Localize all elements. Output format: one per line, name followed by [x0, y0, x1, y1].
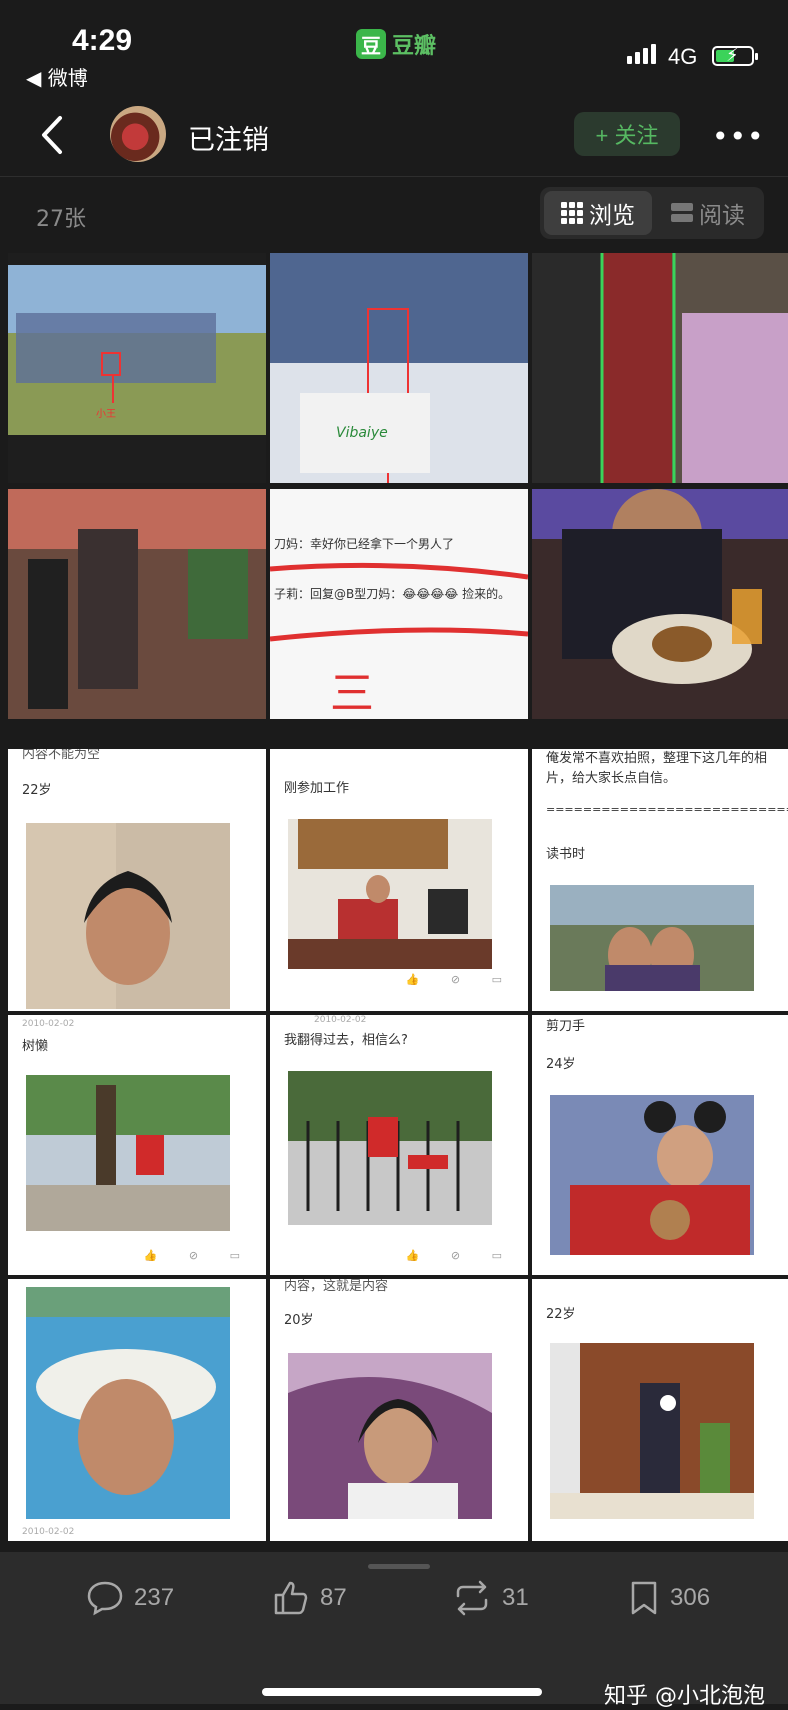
comment-button[interactable]: 237 [86, 1580, 174, 1616]
photo-tile-11[interactable]: 2010-02-02 我翻得过去，相信么? 👍 ⊘ ▭ [270, 1015, 528, 1275]
signal-icon [627, 44, 656, 64]
tile-text: 刚参加工作 [284, 781, 350, 796]
photo-count: 27张 [36, 207, 86, 232]
read-icon [671, 203, 693, 223]
tile-text-line2: 片，给大家长点自信。 [546, 771, 677, 786]
handwritten-mark: 三 [330, 668, 374, 719]
tile-age: 20岁 [284, 1313, 314, 1328]
tile-actions: 👍 ⊘ ▭ [405, 1249, 516, 1262]
comment-count: 237 [134, 1584, 175, 1611]
zhihu-watermark: 知乎 @小北泡泡 [604, 1684, 765, 1709]
photo-tile-8[interactable]: 刚参加工作 👍 ⊘ ▭ [270, 749, 528, 1011]
photo-tile-2[interactable]: Vibaiye [270, 253, 528, 483]
tile-text-top: 内容，这就是内容 [284, 1279, 389, 1294]
photo-tile-4[interactable] [8, 489, 266, 719]
status-time: 4:29 [72, 24, 133, 57]
tile-age: 22岁 [546, 1307, 576, 1322]
tile-text: 我翻得过去，相信么? [284, 1033, 408, 1048]
mirror-selfie-image [550, 1343, 754, 1519]
tile-actions: 👍 ⊘ ▭ [405, 973, 516, 986]
tile-label: 读书时 [546, 847, 586, 862]
photo-caption: 小王 [96, 409, 116, 420]
chat-screenshot-image [270, 489, 528, 719]
grid-icon [561, 202, 583, 224]
network-type: 4G [668, 44, 698, 69]
street-photo-image [8, 489, 266, 719]
photo-tile-14[interactable]: 内容，这就是内容 20岁 [270, 1279, 528, 1541]
more-options-icon[interactable]: ••• [712, 120, 765, 153]
read-tab[interactable]: 阅读 [654, 191, 762, 235]
chat-line-2: 子莉：回复@B型刀妈：😂😂😂😂 捡来的。 [274, 587, 511, 601]
like-count: 87 [320, 1584, 347, 1611]
pool-photo-image [26, 1287, 230, 1519]
tile-age: 24岁 [546, 1057, 576, 1072]
tile-text: 树懒 [22, 1039, 49, 1054]
tree-photo-image [26, 1075, 230, 1231]
fence-photo-image [288, 1071, 492, 1225]
tile-date: 2010-02-02 [314, 1015, 367, 1025]
tile-text-top: 内容不能为空 [22, 749, 101, 762]
reshare-icon [456, 1580, 488, 1616]
comment-icon [87, 1581, 123, 1616]
banner-text: Vibaiye [336, 425, 388, 441]
reshare-button[interactable]: 31 [452, 1580, 529, 1616]
photo-tile-9[interactable]: 俺发常不喜欢拍照，整理下这几年的相 片，给大家长点自信。 ===========… [532, 749, 788, 1011]
dining-photo-image [532, 489, 788, 719]
photo-tile-15[interactable]: 22岁 [532, 1279, 788, 1541]
home-indicator[interactable] [262, 1688, 542, 1696]
browse-label: 浏览 [589, 203, 635, 229]
sheet-handle[interactable] [368, 1564, 430, 1569]
group-photo-image [8, 253, 266, 483]
photo-tile-12[interactable]: 剪刀手 24岁 [532, 1015, 788, 1275]
chat-line-1: 刀妈：幸好你已经拿下一个男人了 [274, 537, 455, 551]
tile-date: 2010-02-02 [22, 1527, 75, 1537]
app-name: 豆瓣 [392, 34, 437, 59]
portrait-image [26, 823, 230, 1009]
read-label: 阅读 [699, 203, 745, 229]
photo-tile-1[interactable]: 小王 [8, 253, 266, 483]
back-arrow-icon[interactable] [34, 112, 74, 158]
photo-tile-3[interactable] [532, 253, 788, 483]
battery-charging-icon: ⚡ [712, 45, 758, 66]
photo-tile-6[interactable] [532, 489, 788, 719]
mickey-ears-photo-image [550, 1095, 754, 1255]
school-photo-image [550, 885, 754, 991]
back-to-app-link[interactable]: ◀ 微博 [26, 62, 88, 91]
photo-grid: 小王 Vibaiye 刀妈：幸好你已经拿下一个男人了 子莉：回复@B型刀妈：😂😂… [8, 253, 788, 1553]
douban-logo-icon: 豆 [356, 29, 386, 59]
app-badge: 豆 豆瓣 [356, 28, 436, 60]
view-mode-toggle: 浏览 阅读 [540, 187, 764, 239]
status-bar: 4:29 ◀ 微博 豆 豆瓣 4G ⚡ [0, 0, 788, 100]
album-toolbar: 27张 浏览 阅读 [0, 177, 788, 247]
tile-text-line1: 俺发常不喜欢拍照，整理下这几年的相 [546, 751, 768, 766]
browse-tab[interactable]: 浏览 [544, 191, 652, 235]
follow-button[interactable]: + 关注 [574, 112, 680, 156]
reshare-count: 31 [502, 1584, 529, 1611]
tile-date: 2010-02-02 [22, 1019, 75, 1029]
photo-tile-10[interactable]: 2010-02-02 树懒 👍 ⊘ ▭ [8, 1015, 266, 1275]
save-button[interactable]: 306 [628, 1580, 710, 1616]
office-photo-image [288, 819, 492, 969]
user-name[interactable]: 已注销 [188, 118, 269, 157]
volunteer-group-image [270, 253, 528, 483]
avatar[interactable] [110, 106, 166, 162]
photo-tile-5[interactable]: 刀妈：幸好你已经拿下一个男人了 子莉：回复@B型刀妈：😂😂😂😂 捡来的。 三 [270, 489, 528, 719]
like-button[interactable]: 87 [272, 1580, 347, 1616]
thumbs-up-icon [274, 1581, 308, 1615]
glasses-portrait-image [288, 1353, 492, 1519]
save-count: 306 [670, 1584, 711, 1611]
tile-separator: ============================= [546, 803, 788, 816]
tile-age: 22岁 [22, 783, 52, 798]
tile-actions: 👍 ⊘ ▭ [143, 1249, 254, 1262]
photo-tile-13[interactable]: 2010-02-02 [8, 1279, 266, 1541]
photo-tile-7[interactable]: 内容不能为空 22岁 [8, 749, 266, 1011]
friends-photo-image [532, 253, 788, 483]
nav-bar: 已注销 + 关注 ••• [0, 100, 788, 177]
tile-text: 剪刀手 [546, 1019, 586, 1034]
bookmark-icon [631, 1581, 657, 1615]
